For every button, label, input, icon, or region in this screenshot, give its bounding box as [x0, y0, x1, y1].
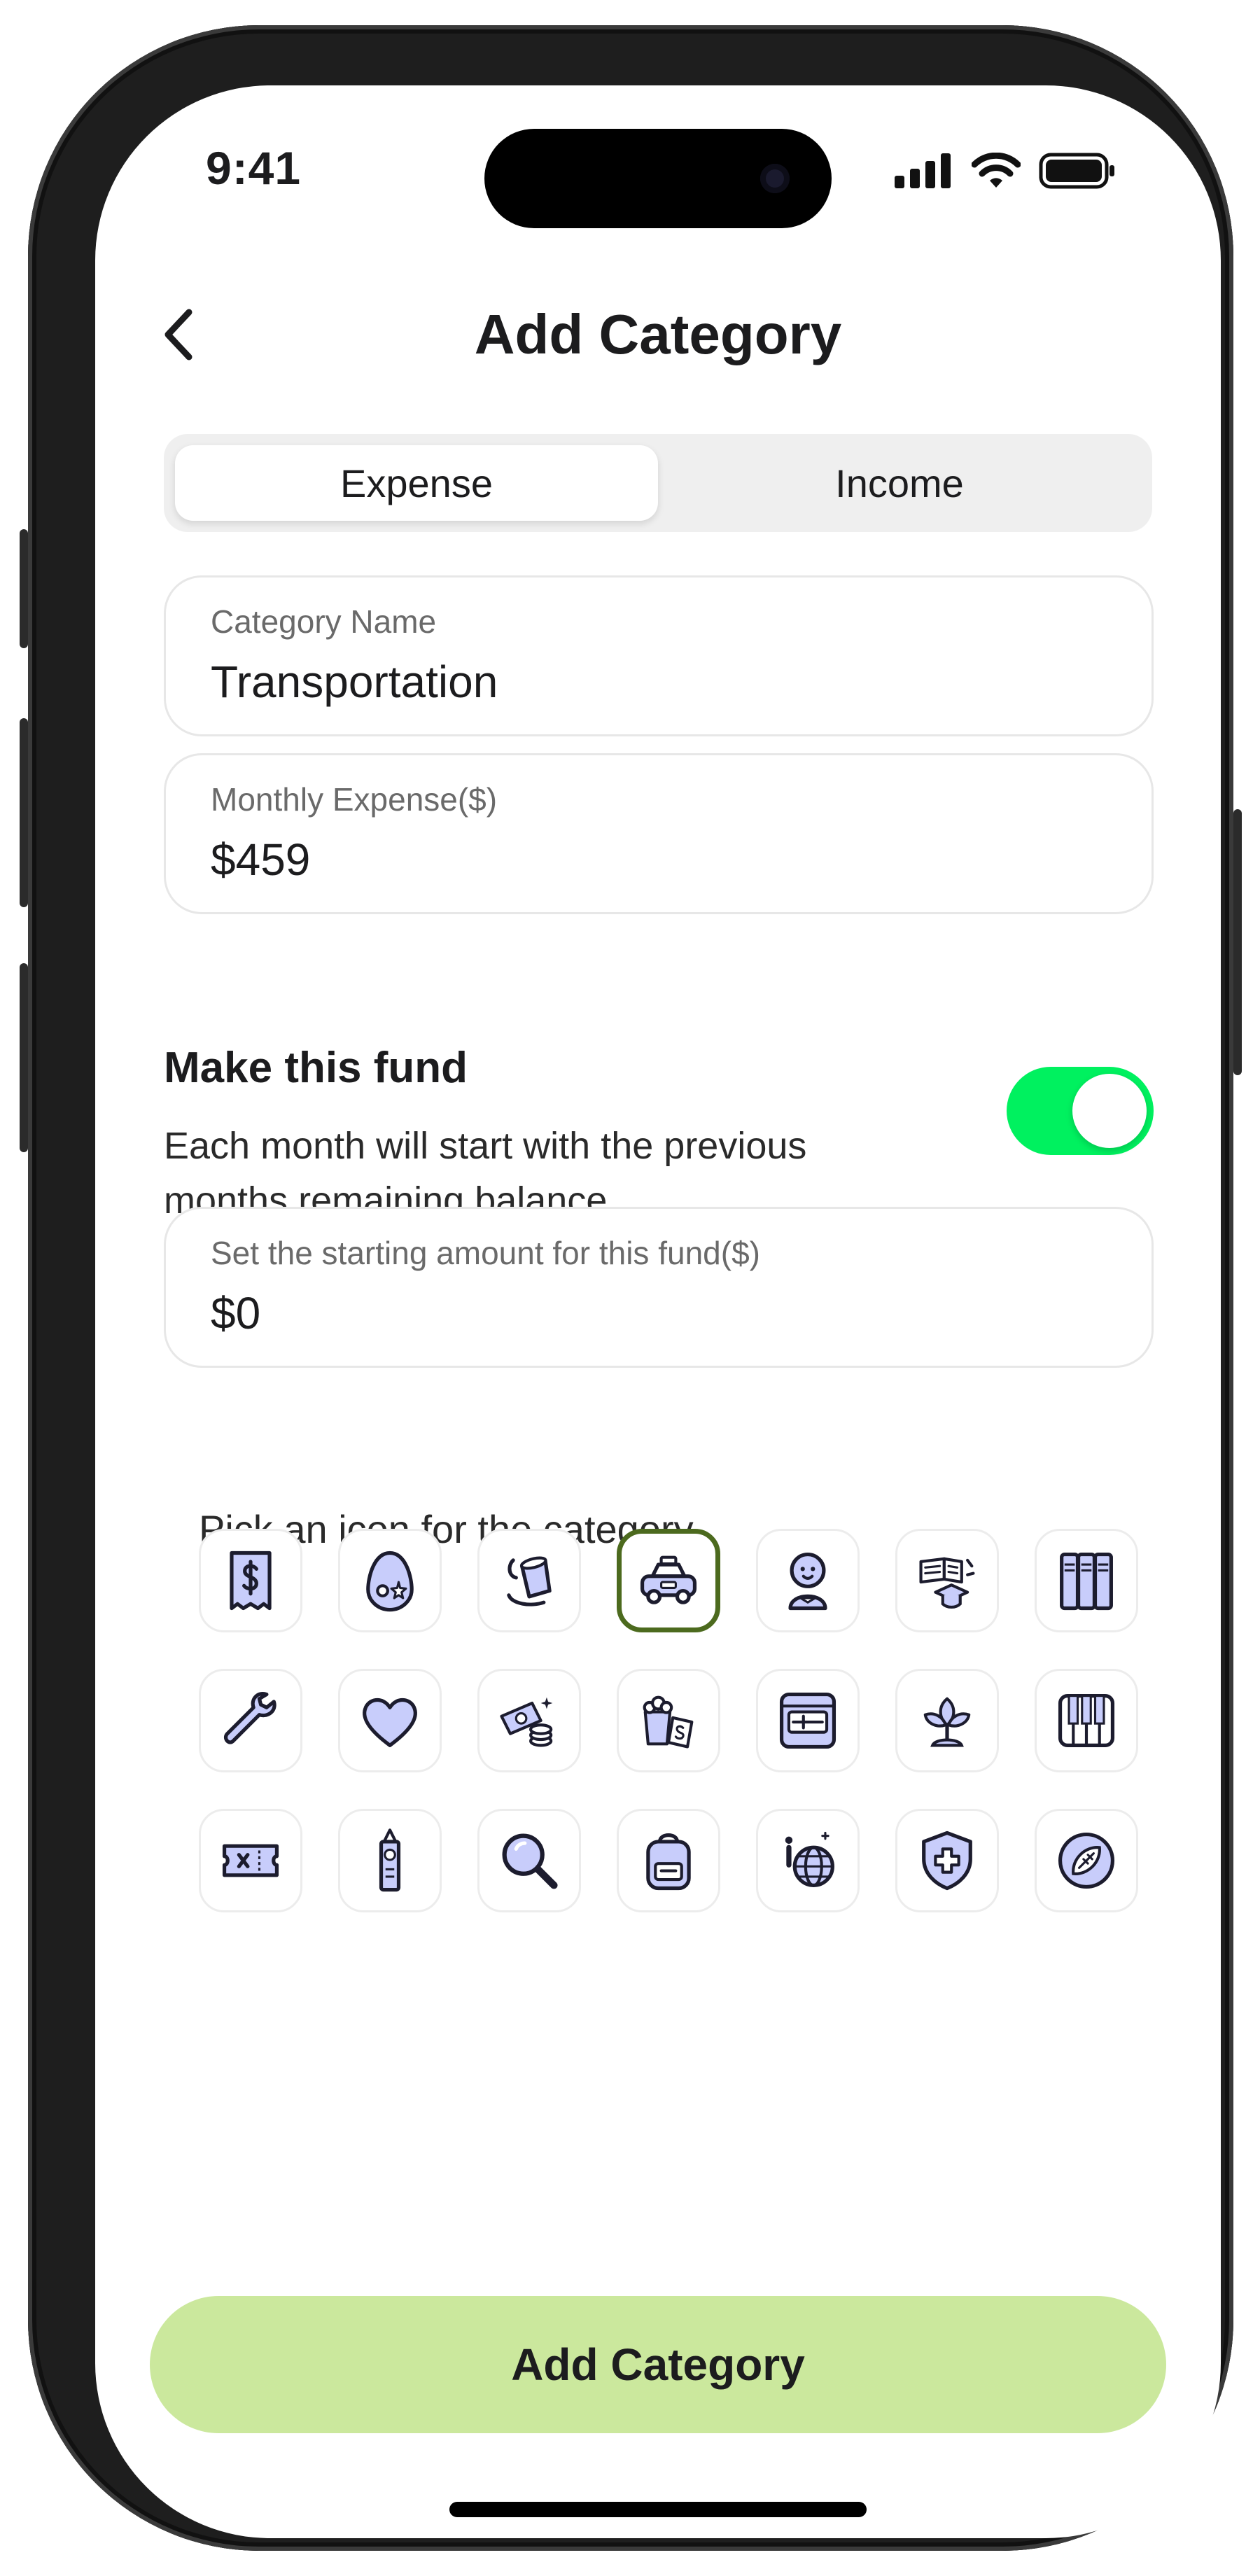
magnifier-icon	[502, 1833, 558, 1889]
education-icon	[919, 1557, 975, 1609]
egg-icon	[366, 1550, 414, 1612]
tower-icon	[379, 1828, 401, 1892]
wrench-icon	[223, 1692, 276, 1744]
icon-option-cash-coins[interactable]	[477, 1669, 581, 1772]
toggle-knob	[1072, 1074, 1147, 1148]
add-category-button[interactable]: Add Category	[150, 2296, 1166, 2433]
icon-option-receipt[interactable]	[199, 1529, 302, 1632]
icon-option-education[interactable]	[895, 1529, 999, 1632]
binders-icon	[1060, 1552, 1113, 1611]
monthly-expense-label: Monthly Expense($)	[211, 781, 498, 818]
baby-icon	[788, 1552, 827, 1611]
cash-register-icon	[779, 1692, 836, 1749]
icon-grid	[199, 1529, 1138, 1984]
tab-income[interactable]: Income	[658, 445, 1141, 521]
cellular-signal-icon	[895, 153, 951, 188]
icon-option-baby[interactable]	[756, 1529, 860, 1632]
backpack-icon	[646, 1833, 691, 1891]
home-indicator	[449, 2502, 867, 2517]
camera-icon	[760, 164, 790, 193]
fund-title: Make this fund	[164, 1044, 468, 1092]
volume-up-button	[20, 718, 28, 907]
starting-amount-label: Set the starting amount for this fund($)	[211, 1235, 760, 1271]
taxi-icon	[640, 1555, 697, 1604]
plant-icon	[923, 1697, 971, 1747]
icon-option-wrench[interactable]	[199, 1669, 302, 1772]
icon-option-egg[interactable]	[338, 1529, 442, 1632]
icon-option-football[interactable]	[1035, 1809, 1138, 1912]
piano-icon	[1058, 1694, 1115, 1747]
icon-option-backpack[interactable]	[617, 1809, 720, 1912]
football-icon	[1058, 1832, 1115, 1889]
icon-option-taxi[interactable]	[617, 1529, 720, 1632]
globe-info-icon	[785, 1831, 834, 1887]
dynamic-island	[484, 129, 832, 228]
type-segmented-control: Expense Income	[164, 434, 1152, 532]
icon-option-medical-shield[interactable]	[895, 1809, 999, 1912]
phone-frame: 9:41 Add Category Expense Income Categor…	[20, 25, 1242, 2551]
cup-icon	[507, 1556, 552, 1606]
medical-shield-icon	[922, 1830, 972, 1891]
icon-option-heart[interactable]	[338, 1669, 442, 1772]
cash-coins-icon	[500, 1697, 553, 1747]
wifi-icon	[972, 153, 1021, 188]
starting-amount-input[interactable]: $0	[211, 1287, 260, 1339]
battery-icon	[1039, 153, 1114, 189]
category-name-label: Category Name	[211, 603, 437, 640]
icon-option-piano[interactable]	[1035, 1669, 1138, 1772]
starting-amount-field[interactable]: Set the starting amount for this fund($)…	[164, 1207, 1154, 1368]
heart-icon	[363, 1698, 417, 1747]
power-button	[1233, 809, 1242, 1075]
fund-toggle[interactable]	[1007, 1067, 1154, 1155]
category-name-input[interactable]: Transportation	[211, 656, 498, 708]
monthly-expense-field[interactable]: Monthly Expense($) $459	[164, 753, 1154, 914]
icon-option-tower[interactable]	[338, 1809, 442, 1912]
receipt-icon	[230, 1550, 272, 1611]
popcorn-ticket-icon	[643, 1695, 694, 1749]
status-icons	[895, 153, 1116, 189]
icon-option-globe-info[interactable]	[756, 1809, 860, 1912]
icon-option-binders[interactable]	[1035, 1529, 1138, 1632]
action-button	[20, 529, 28, 648]
volume-down-button	[20, 963, 28, 1152]
icon-option-plant[interactable]	[895, 1669, 999, 1772]
icon-option-cash-register[interactable]	[756, 1669, 860, 1772]
status-time: 9:41	[206, 142, 302, 194]
monthly-expense-input[interactable]: $459	[211, 834, 310, 886]
ticket-icon	[222, 1844, 279, 1877]
icon-option-cup[interactable]	[477, 1529, 581, 1632]
page-title: Add Category	[474, 303, 842, 365]
icon-option-popcorn-ticket[interactable]	[617, 1669, 720, 1772]
screen: 9:41 Add Category Expense Income Categor…	[95, 85, 1221, 2538]
icon-option-ticket[interactable]	[199, 1809, 302, 1912]
icon-option-magnifier[interactable]	[477, 1809, 581, 1912]
category-name-field[interactable]: Category Name Transportation	[164, 575, 1154, 736]
tab-expense[interactable]: Expense	[175, 445, 658, 521]
